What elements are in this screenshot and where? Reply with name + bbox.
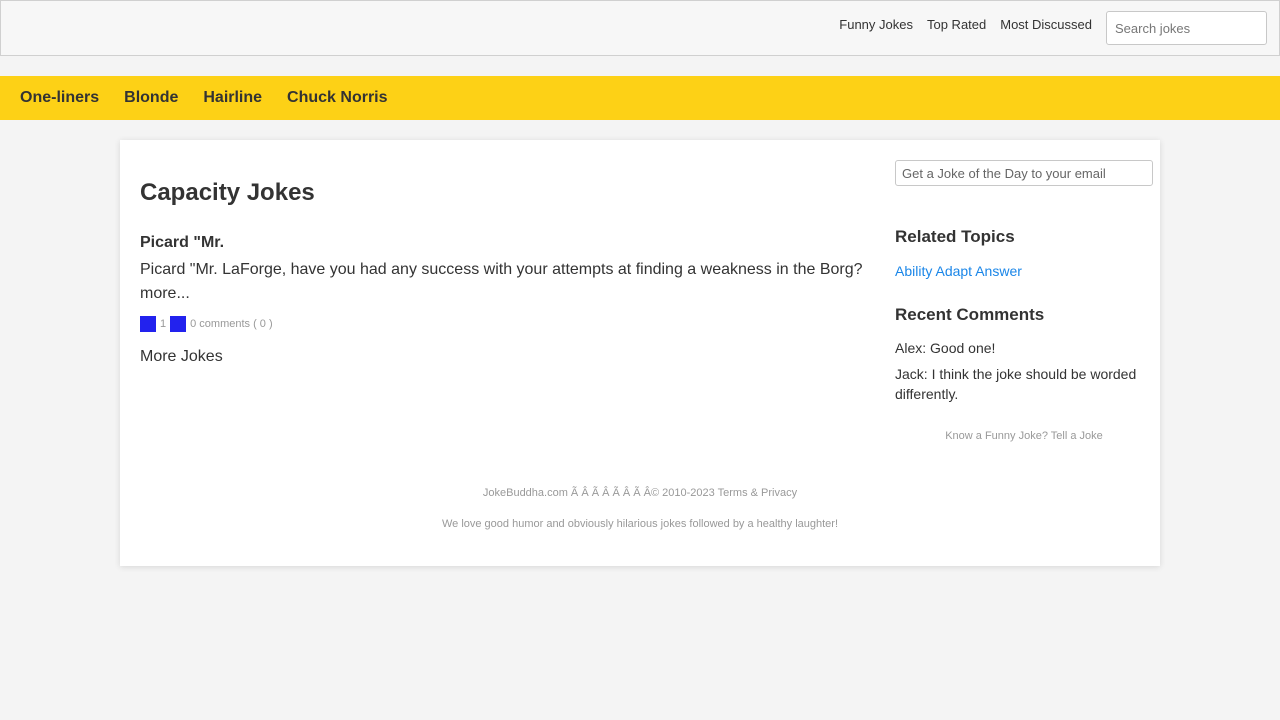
topic-link-adapt[interactable]: Adapt: [935, 263, 972, 279]
search-input[interactable]: [1106, 11, 1267, 45]
joke-body[interactable]: Picard "Mr. LaForge, have you had any su…: [140, 258, 870, 306]
recent-comments-list: Alex: Good one! Jack: I think the joke s…: [895, 338, 1153, 404]
related-topics-heading: Related Topics: [895, 227, 1015, 246]
page-title: Capacity Jokes: [140, 179, 315, 206]
email-field[interactable]: [895, 160, 1153, 186]
comment-item: Alex: Good one!: [895, 340, 996, 356]
copyright-text: JokeBuddha.com Ã Â Ã Â Ã Â Ã Â© 2010-202…: [482, 487, 715, 499]
joke-meta: 1 0 comments ( 0 ): [140, 316, 870, 332]
top-bar: Funny Jokes Top Rated Most Discussed: [0, 0, 1280, 56]
top-nav: Funny Jokes Top Rated Most Discussed: [839, 11, 1267, 45]
sidebar: Related Topics Ability Adapt Answer Rece…: [895, 160, 1153, 442]
terms-privacy-link[interactable]: Terms & Privacy: [718, 487, 797, 499]
content-card: Capacity Jokes Picard "Mr. Picard "Mr. L…: [120, 140, 1160, 566]
nav-link-top-rated[interactable]: Top Rated: [927, 17, 986, 32]
main-column: Capacity Jokes Picard "Mr. Picard "Mr. L…: [140, 160, 870, 366]
nav-link-most-discussed[interactable]: Most Discussed: [1000, 17, 1092, 32]
joke-title[interactable]: Picard "Mr.: [140, 232, 870, 254]
vote-count: 1: [160, 318, 167, 330]
recent-comments-heading: Recent Comments: [895, 305, 1045, 324]
category-blonde[interactable]: Blonde: [124, 89, 178, 107]
footer-tagline: We love good humor and obviously hilario…: [441, 518, 839, 530]
comments-count[interactable]: 0 comments ( 0 ): [190, 318, 273, 330]
tell-a-joke-link[interactable]: Know a Funny Joke? Tell a Joke: [895, 430, 1153, 442]
topic-link-ability[interactable]: Ability: [895, 263, 932, 279]
category-hairline[interactable]: Hairline: [203, 89, 262, 107]
footer: JokeBuddha.com Ã Â Ã Â Ã Â Ã Â© 2010-202…: [120, 486, 1160, 531]
vote-down-icon[interactable]: [170, 316, 187, 332]
comment-item: Jack: I think the joke should be worded …: [895, 366, 1137, 402]
vote-up-icon[interactable]: [140, 316, 156, 332]
related-topics-list: Ability Adapt Answer: [895, 262, 1153, 280]
more-jokes-link[interactable]: More Jokes: [140, 348, 223, 366]
category-one-liners[interactable]: One-liners: [20, 89, 99, 107]
category-chuck-norris[interactable]: Chuck Norris: [287, 89, 387, 107]
category-bar: One-liners Blonde Hairline Chuck Norris: [0, 76, 1280, 120]
nav-link-funny-jokes[interactable]: Funny Jokes: [839, 17, 913, 32]
topic-link-answer[interactable]: Answer: [975, 263, 1022, 279]
footer-copyright-line: JokeBuddha.com Ã Â Ã Â Ã Â Ã Â© 2010-202…: [120, 486, 1160, 500]
